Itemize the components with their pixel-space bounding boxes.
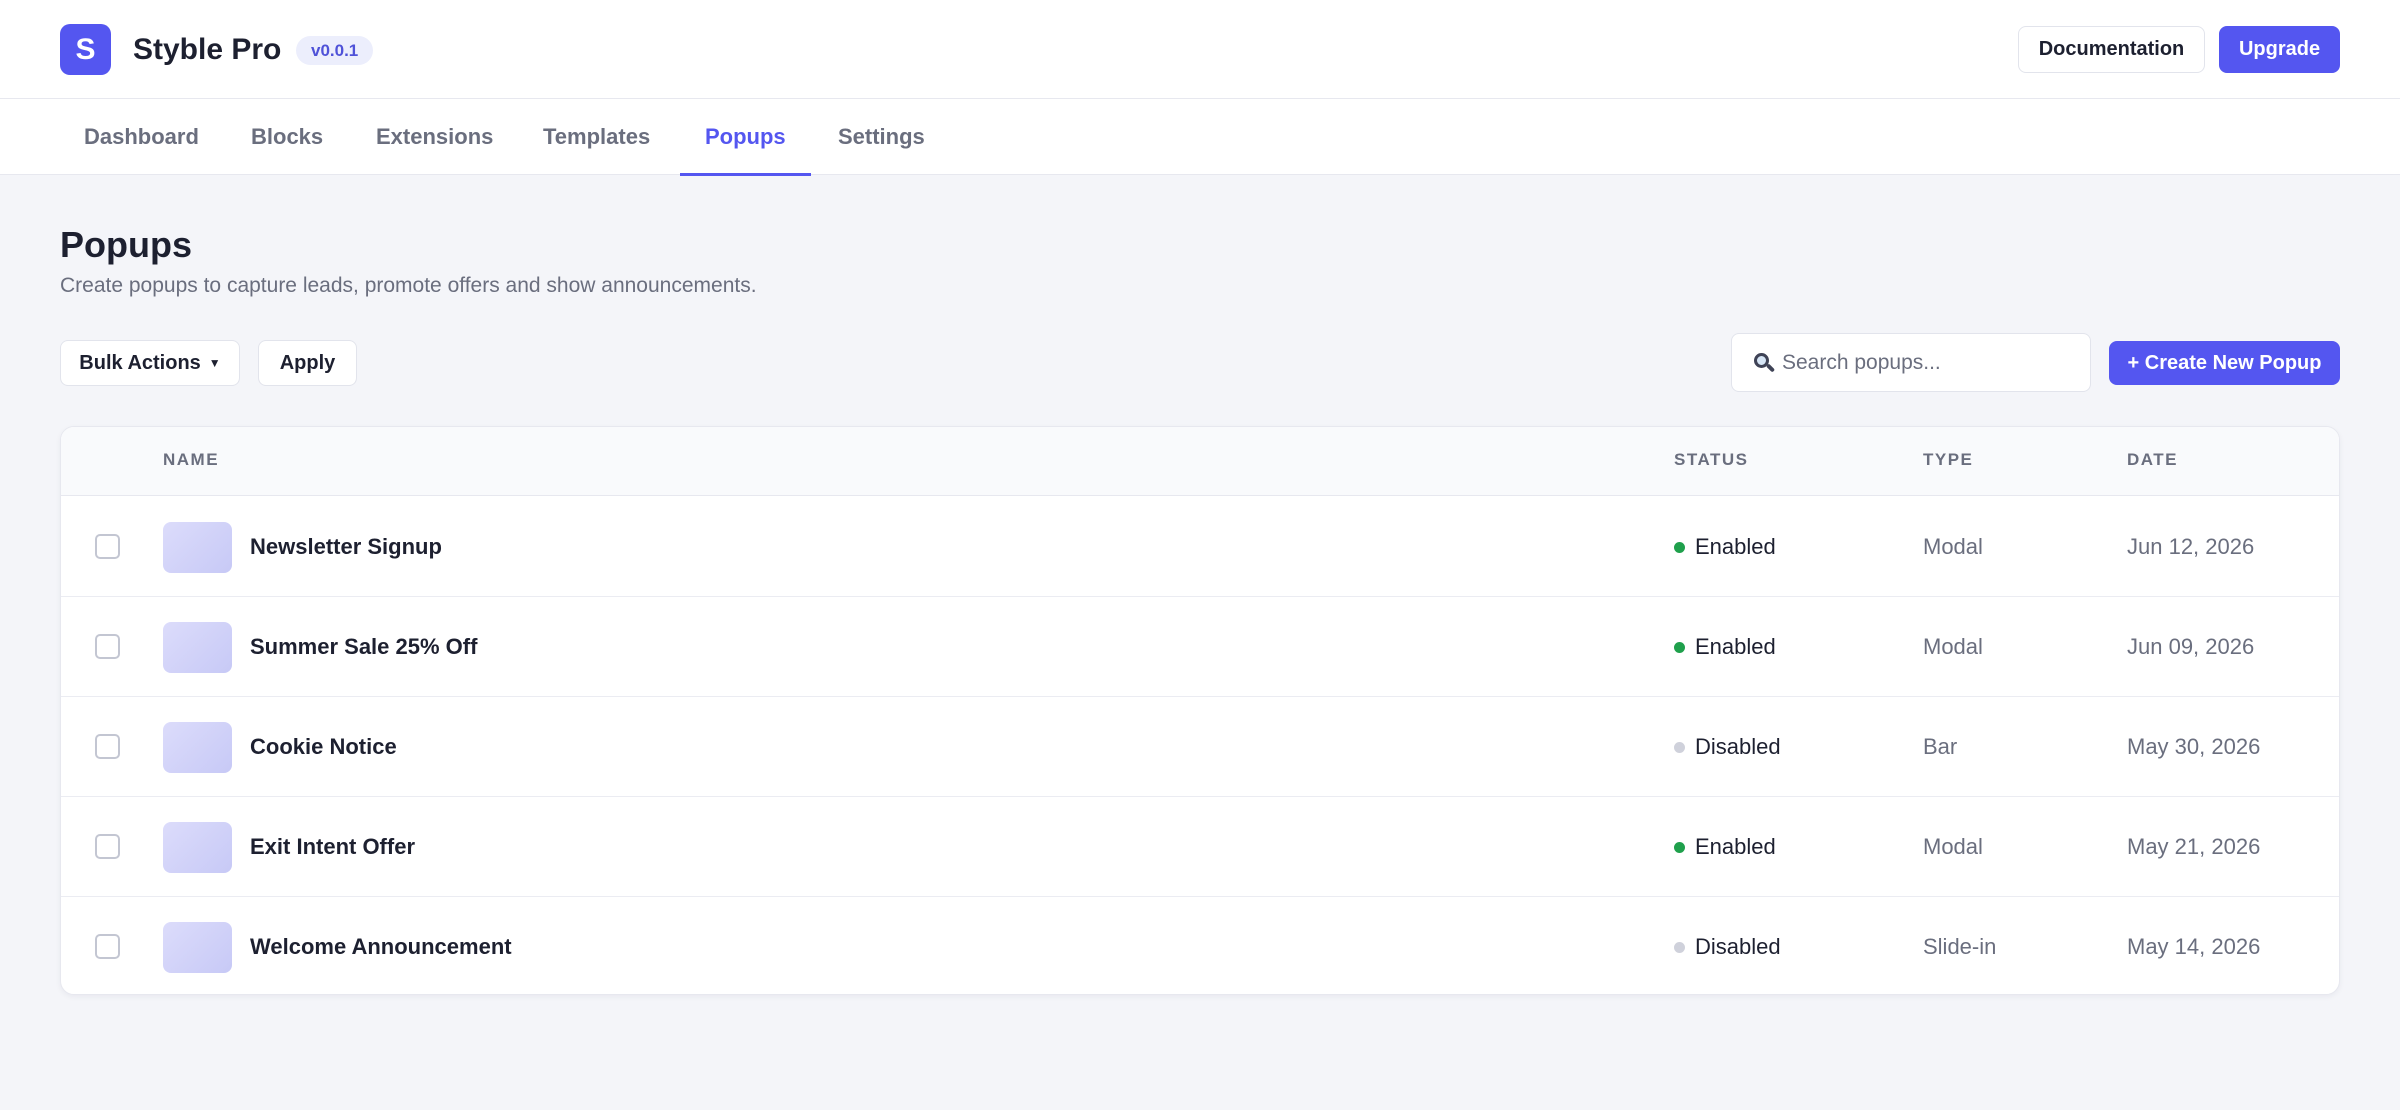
tab-templates[interactable]: Templates — [518, 99, 675, 175]
row-checkbox[interactable] — [95, 734, 120, 759]
app-title: Styble Pro — [133, 33, 282, 66]
app-logo[interactable]: S — [60, 24, 111, 75]
bulk-actions-dropdown[interactable]: Bulk Actions ▼ — [60, 340, 240, 386]
table-row[interactable]: Newsletter Signup Enabled Modal Jun 12, … — [61, 497, 2339, 597]
page-subtitle: Create popups to capture leads, promote … — [60, 274, 757, 297]
main-nav: Dashboard Blocks Extensions Templates Po… — [0, 99, 2400, 176]
status-dot-icon — [1674, 841, 1685, 853]
page-title: Popups — [60, 224, 192, 265]
status-dot-icon — [1674, 541, 1685, 553]
popup-thumbnail — [163, 522, 232, 573]
type-cell: Modal — [1923, 834, 1983, 859]
create-new-popup-button[interactable]: + Create New Popup — [2109, 341, 2340, 385]
table-row[interactable]: Exit Intent Offer Enabled Modal May 21, … — [61, 797, 2339, 897]
column-header-name[interactable]: NAME — [163, 450, 219, 470]
status-cell: Enabled — [1674, 834, 1776, 860]
version-badge: v0.0.1 — [296, 36, 374, 65]
popups-table: NAME STATUS TYPE DATE Newsletter Signup … — [60, 426, 2340, 995]
apply-button[interactable]: Apply — [258, 340, 357, 386]
tab-extensions[interactable]: Extensions — [351, 99, 518, 175]
popup-name[interactable]: Summer Sale 25% Off — [250, 634, 477, 660]
date-cell: May 21, 2026 — [2127, 834, 2261, 859]
popup-name[interactable]: Newsletter Signup — [250, 534, 442, 560]
type-cell: Modal — [1923, 634, 1983, 659]
status-text: Disabled — [1695, 734, 1781, 759]
tab-dashboard[interactable]: Dashboard — [59, 99, 224, 175]
status-cell: Enabled — [1674, 634, 1776, 660]
status-cell: Disabled — [1674, 934, 1781, 960]
popup-thumbnail — [163, 622, 232, 673]
table-row[interactable]: Summer Sale 25% Off Enabled Modal Jun 09… — [61, 597, 2339, 697]
table-row[interactable]: Welcome Announcement Disabled Slide-in M… — [61, 897, 2339, 994]
bulk-actions-label: Bulk Actions — [79, 351, 201, 374]
date-cell: Jun 12, 2026 — [2127, 534, 2255, 559]
top-header: S Styble Pro v0.0.1 Documentation Upgrad… — [0, 0, 2400, 99]
table-row[interactable]: Cookie Notice Disabled Bar May 30, 2026 — [61, 697, 2339, 797]
date-cell: Jun 09, 2026 — [2127, 634, 2255, 659]
type-cell: Slide-in — [1923, 934, 1997, 959]
status-dot-icon — [1674, 641, 1685, 653]
search-icon — [1752, 351, 1776, 375]
row-checkbox[interactable] — [95, 534, 120, 559]
popup-name[interactable]: Exit Intent Offer — [250, 834, 415, 860]
row-checkbox[interactable] — [95, 834, 120, 859]
documentation-button[interactable]: Documentation — [2018, 26, 2205, 73]
type-cell: Modal — [1923, 534, 1983, 559]
status-text: Enabled — [1695, 834, 1776, 859]
search-box[interactable] — [1731, 333, 2091, 392]
popup-name[interactable]: Cookie Notice — [250, 734, 397, 760]
status-cell: Disabled — [1674, 734, 1781, 760]
status-text: Enabled — [1695, 634, 1776, 659]
date-cell: May 14, 2026 — [2127, 934, 2261, 959]
tab-settings[interactable]: Settings — [813, 99, 950, 175]
search-input[interactable] — [1782, 350, 2082, 375]
popup-name[interactable]: Welcome Announcement — [250, 934, 512, 960]
type-cell: Bar — [1923, 734, 1958, 759]
popup-thumbnail — [163, 822, 232, 873]
table-header: NAME STATUS TYPE DATE — [61, 427, 2339, 496]
row-checkbox[interactable] — [95, 634, 120, 659]
column-header-status[interactable]: STATUS — [1674, 450, 1748, 470]
popup-thumbnail — [163, 922, 232, 973]
caret-down-icon: ▼ — [208, 356, 221, 370]
status-text: Disabled — [1695, 934, 1781, 959]
column-header-date[interactable]: DATE — [2127, 450, 2178, 470]
status-dot-icon — [1674, 941, 1685, 953]
upgrade-button[interactable]: Upgrade — [2219, 26, 2340, 73]
popup-thumbnail — [163, 722, 232, 773]
status-dot-icon — [1674, 741, 1685, 753]
date-cell: May 30, 2026 — [2127, 734, 2261, 759]
tab-popups[interactable]: Popups — [680, 99, 811, 176]
status-text: Enabled — [1695, 534, 1776, 559]
tab-blocks[interactable]: Blocks — [226, 99, 348, 175]
status-cell: Enabled — [1674, 534, 1776, 560]
row-checkbox[interactable] — [95, 934, 120, 959]
column-header-type[interactable]: TYPE — [1923, 450, 1973, 470]
